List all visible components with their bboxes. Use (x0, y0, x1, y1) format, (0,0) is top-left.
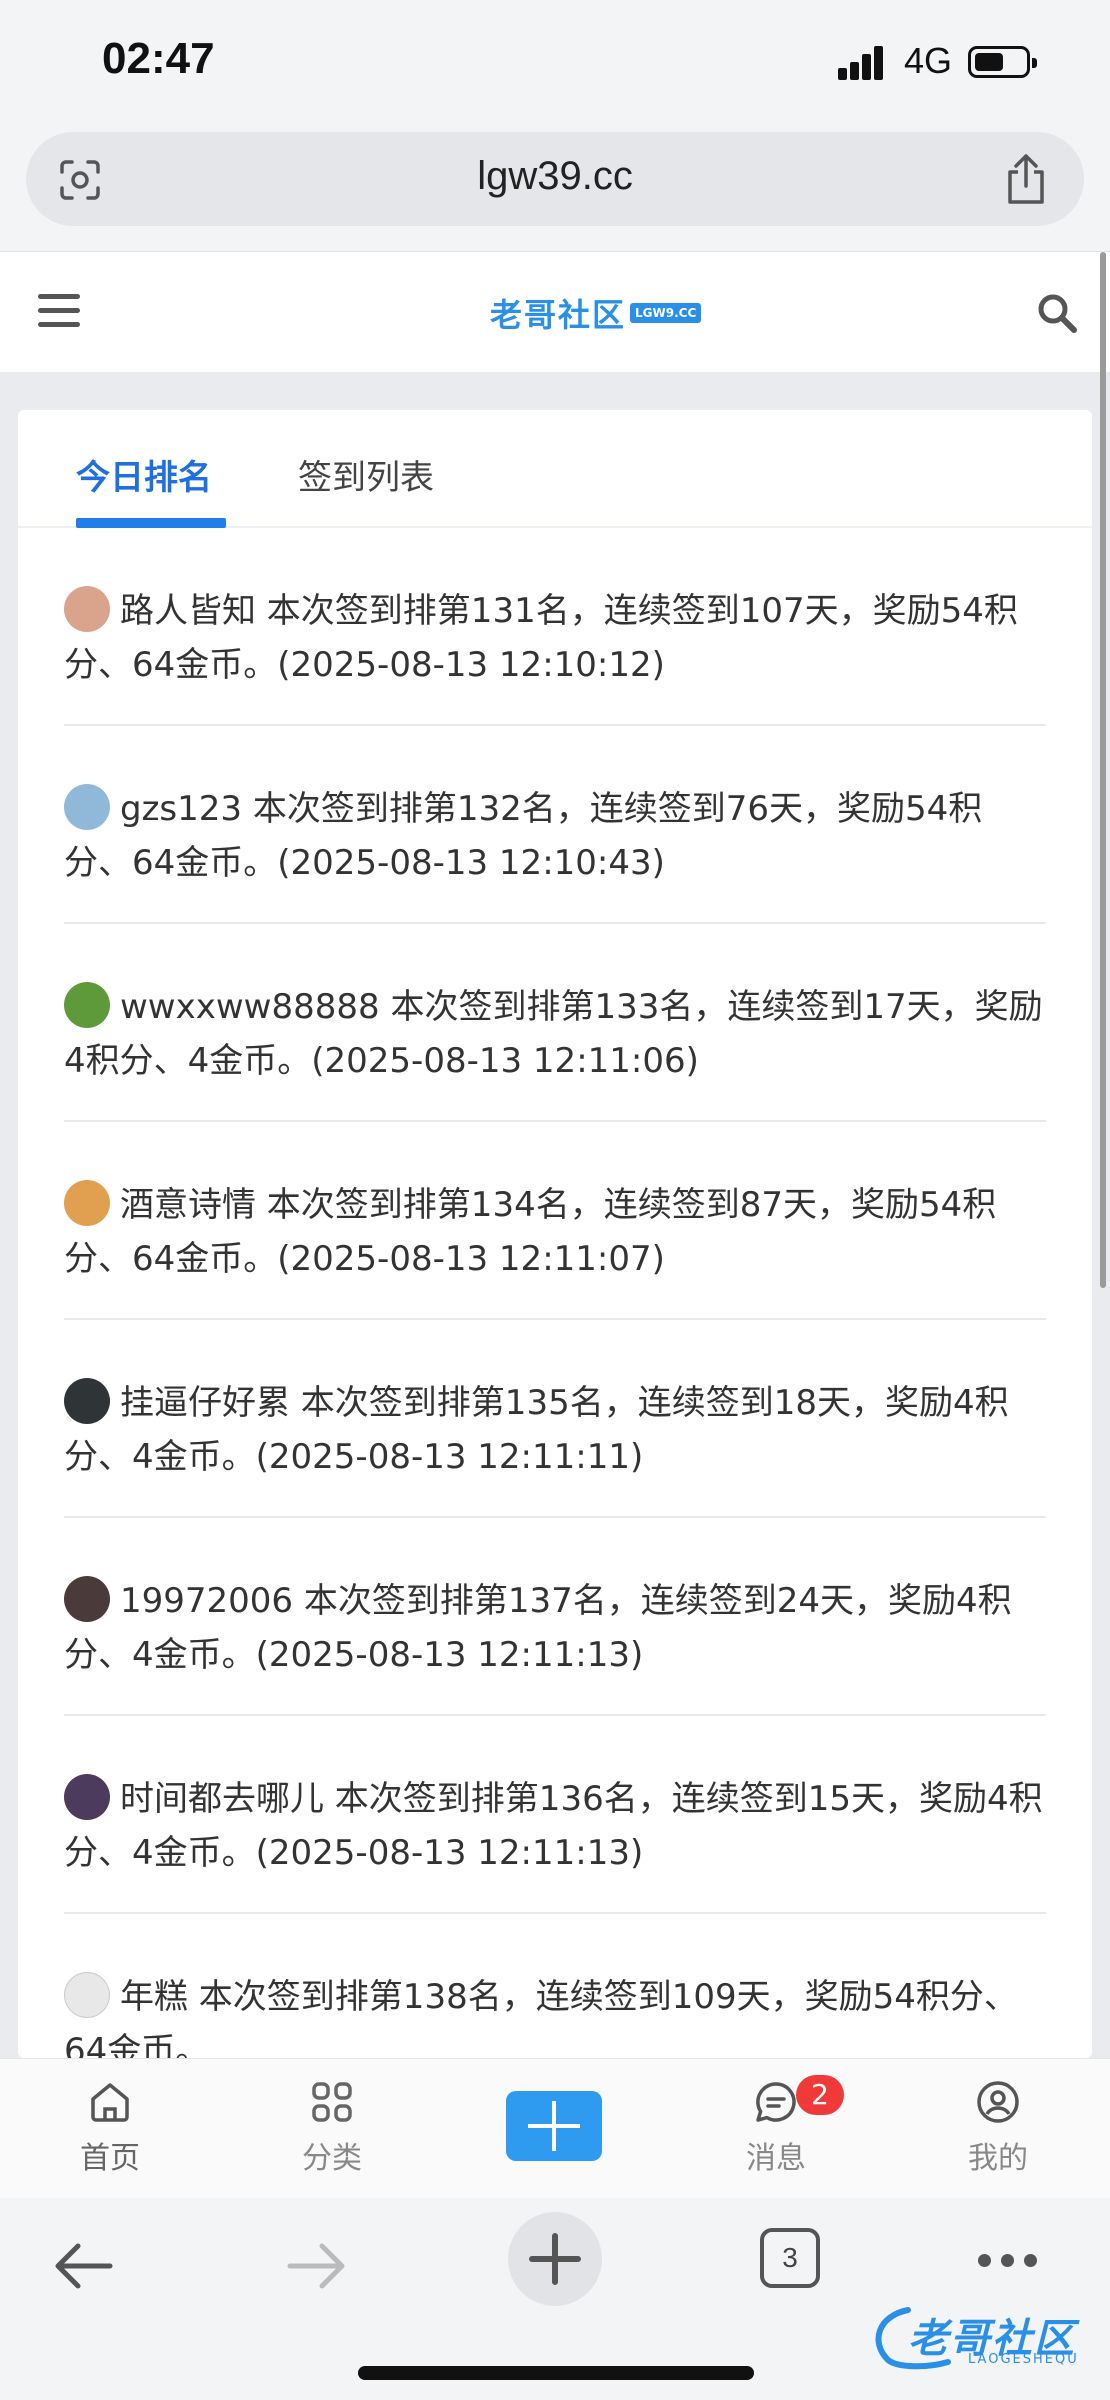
network-label: 4G (904, 40, 953, 81)
more-icon[interactable] (978, 2254, 1038, 2268)
browser-toolbar-top: lgw39.cc (0, 124, 1110, 252)
user-icon (977, 2081, 1019, 2123)
tab-today-ranking[interactable]: 今日排名 (76, 450, 212, 499)
entry-text: gzs123 本次签到排第132名，连续签到76天，奖励54积分、64金币。(2… (64, 789, 983, 883)
status-bar: 02:47 4G (0, 0, 1110, 124)
nav-home[interactable]: 首页 (50, 2079, 170, 2177)
nav-profile[interactable]: 我的 (938, 2079, 1058, 2177)
avatar[interactable] (64, 982, 110, 1028)
message-badge: 2 (796, 2075, 844, 2115)
entry-text: 挂逼仔好累 本次签到排第135名，连续签到18天，奖励4积分、4金币。(2025… (64, 1383, 1009, 1477)
tab-bar: 今日排名 签到列表 (18, 410, 1092, 528)
entry-text: 时间都去哪儿 本次签到排第136名，连续签到15天，奖励4积分、4金币。(202… (64, 1779, 1043, 1873)
home-icon (91, 2083, 129, 2122)
entry-text: wwxxww88888 本次签到排第133名，连续签到17天，奖励4积分、4金币… (64, 987, 1043, 1081)
avatar[interactable] (64, 784, 110, 830)
logo-tag: LGW9.CC (630, 303, 702, 323)
scrollbar[interactable] (1100, 252, 1106, 1288)
signin-card: 今日排名 签到列表 路人皆知 本次签到排第131名，连续签到107天，奖励54积… (18, 410, 1092, 2058)
list-item: 19972006 本次签到排第137名，连续签到24天，奖励4积分、4金币。(2… (64, 1518, 1046, 1716)
search-icon[interactable] (1036, 292, 1078, 334)
menu-icon[interactable] (38, 294, 80, 330)
avatar[interactable] (64, 1774, 110, 1820)
active-tab-indicator (76, 518, 226, 528)
entry-text: 酒意诗情 本次签到排第134名，连续签到87天，奖励54积分、64金币。(202… (64, 1185, 997, 1279)
nav-category[interactable]: 分类 (272, 2079, 392, 2177)
list-item: 路人皆知 本次签到排第131名，连续签到107天，奖励54积分、64金币。(20… (64, 528, 1046, 726)
logo-text: 老哥社区 (490, 296, 627, 334)
avatar[interactable] (64, 1972, 110, 2018)
nav-home-label: 首页 (80, 2141, 140, 2176)
list-item: 时间都去哪儿 本次签到排第136名，连续签到15天，奖励4积分、4金币。(202… (64, 1716, 1046, 1914)
tabs-count-button[interactable]: 3 (760, 2228, 820, 2288)
post-button[interactable] (506, 2091, 602, 2161)
list-item: gzs123 本次签到排第132名，连续签到76天，奖励54积分、64金币。(2… (64, 726, 1046, 924)
list-item: 挂逼仔好累 本次签到排第135名，连续签到18天，奖励4积分、4金币。(2025… (64, 1320, 1046, 1518)
plus-icon (529, 2233, 581, 2285)
status-time: 02:47 (102, 34, 215, 83)
share-icon[interactable] (1002, 152, 1050, 206)
grid-icon (312, 2082, 352, 2122)
signin-list: 路人皆知 本次签到排第131名，连续签到107天，奖励54积分、64金币。(20… (64, 528, 1046, 2058)
tab-signin-list[interactable]: 签到列表 (298, 450, 434, 499)
message-icon (756, 2082, 796, 2122)
nav-profile-label: 我的 (968, 2141, 1028, 2176)
avatar[interactable] (64, 1180, 110, 1226)
new-tab-button[interactable] (508, 2212, 602, 2306)
home-indicator[interactable] (358, 2366, 754, 2380)
forward-icon[interactable] (282, 2236, 352, 2296)
url-text: lgw39.cc (477, 154, 633, 198)
watermark-logo: 老哥社区 LAOGESHEQU (868, 2302, 1104, 2372)
site-logo[interactable]: 老哥社区 LGW9.CC (490, 290, 702, 336)
avatar[interactable] (64, 586, 110, 632)
avatar[interactable] (64, 1378, 110, 1424)
address-bar[interactable]: lgw39.cc (26, 132, 1084, 226)
entry-text: 19972006 本次签到排第137名，连续签到24天，奖励4积分、4金币。(2… (64, 1581, 1012, 1675)
watermark-subtext: LAOGESHEQU (968, 2352, 1079, 2367)
entry-text: 路人皆知 本次签到排第131名，连续签到107天，奖励54积分、64金币。(20… (64, 591, 1018, 685)
avatar[interactable] (64, 1576, 110, 1622)
browser-toolbar-bottom: 3 老哥社区 LAOGESHEQU (0, 2198, 1110, 2400)
entry-text: 年糕 本次签到排第138名，连续签到109天，奖励54积分、64金币。 (64, 1977, 1018, 2058)
list-item: 酒意诗情 本次签到排第134名，连续签到87天，奖励54积分、64金币。(202… (64, 1122, 1046, 1320)
back-icon[interactable] (48, 2236, 118, 2296)
nav-category-label: 分类 (302, 2141, 362, 2176)
nav-messages-label: 消息 (746, 2141, 806, 2176)
signal-icon (838, 44, 894, 80)
app-bottom-nav: 首页 分类 消息 2 我的 (0, 2058, 1110, 2198)
site-header: 老哥社区 LGW9.CC (0, 252, 1110, 372)
list-item: wwxxww88888 本次签到排第133名，连续签到17天，奖励4积分、4金币… (64, 924, 1046, 1122)
list-item: 年糕 本次签到排第138名，连续签到109天，奖励54积分、64金币。 (64, 1914, 1046, 2058)
battery-icon (968, 46, 1037, 78)
